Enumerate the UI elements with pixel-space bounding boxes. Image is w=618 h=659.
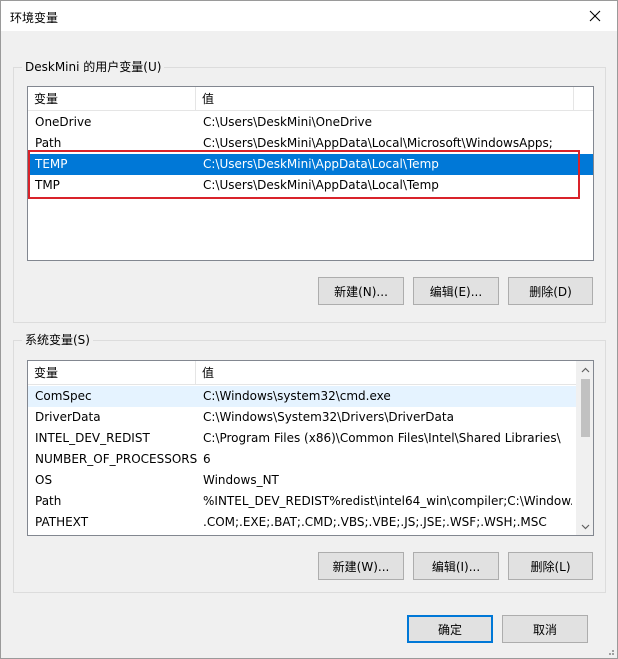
scroll-up-arrow[interactable] xyxy=(577,361,593,378)
user-vars-list[interactable]: 变量 值 OneDrive C:\Users\DeskMini\OneDrive P… xyxy=(27,86,594,261)
variable-value: %INTEL_DEV_REDIST%redist\intel64_win\com… xyxy=(203,494,572,508)
resize-grip-icon[interactable] xyxy=(605,646,615,656)
variable-value: C:\Users\DeskMini\AppData\Local\Temp xyxy=(203,178,439,192)
column-header-value[interactable]: 值 xyxy=(196,361,578,385)
variable-name: OneDrive xyxy=(35,115,92,129)
system-delete-button[interactable]: 删除(L) xyxy=(508,552,593,580)
chevron-up-icon xyxy=(581,367,590,372)
list-item[interactable]: DriverData C:\Windows\System32\Drivers\Dr… xyxy=(28,407,576,428)
list-item[interactable]: INTEL_DEV_REDIST C:\Program Files (x86)\C… xyxy=(28,428,576,449)
variable-name: NUMBER_OF_PROCESSORS xyxy=(35,452,197,466)
env-vars-dialog: 环境变量 DeskMini 的用户变量(U) 变量 值 OneDrive C:\U… xyxy=(0,0,618,659)
system-vars-list[interactable]: 变量 值 ComSpec C:\Windows\system32\cmd.exe D… xyxy=(27,360,594,536)
variable-name: Path xyxy=(35,136,62,150)
variable-value: C:\Users\DeskMini\AppData\Local\Microsof… xyxy=(203,136,553,150)
system-new-button[interactable]: 新建(W)... xyxy=(318,552,404,580)
system-vars-group-label: 系统变量(S) xyxy=(22,333,93,347)
variable-name: ComSpec xyxy=(35,389,92,403)
list-item[interactable]: PATHEXT .COM;.EXE;.BAT;.CMD;.VBS;.VBE;.JS… xyxy=(28,512,576,533)
variable-name: TEMP xyxy=(35,157,68,171)
variable-value: C:\Windows\system32\cmd.exe xyxy=(203,389,391,403)
ok-button[interactable]: 确定 xyxy=(407,615,493,643)
variable-name: TMP xyxy=(35,178,60,192)
close-button[interactable] xyxy=(573,1,617,31)
variable-name: PATHEXT xyxy=(35,515,89,529)
variable-name: DriverData xyxy=(35,410,101,424)
user-new-button[interactable]: 新建(N)... xyxy=(318,277,404,305)
list-item[interactable]: ComSpec C:\Windows\system32\cmd.exe xyxy=(28,386,576,407)
user-delete-button[interactable]: 删除(D) xyxy=(508,277,593,305)
column-header-value[interactable]: 值 xyxy=(196,87,574,111)
variable-name: INTEL_DEV_REDIST xyxy=(35,431,150,445)
variable-value: C:\Program Files (x86)\Common Files\Inte… xyxy=(203,431,561,445)
variable-name: Path xyxy=(35,494,62,508)
scroll-down-arrow[interactable] xyxy=(577,518,593,535)
system-vars-scrollbar[interactable] xyxy=(576,361,593,535)
column-header-variable[interactable]: 变量 xyxy=(28,361,196,385)
scroll-thumb[interactable] xyxy=(581,379,590,437)
variable-value: C:\Windows\System32\Drivers\DriverData xyxy=(203,410,454,424)
title-bar: 环境变量 xyxy=(1,1,617,31)
variable-value: .COM;.EXE;.BAT;.CMD;.VBS;.VBE;.JS;.JSE;.… xyxy=(203,515,547,529)
user-vars-group-label: DeskMini 的用户变量(U) xyxy=(22,60,165,74)
close-icon xyxy=(589,10,601,22)
window-title: 环境变量 xyxy=(10,11,59,25)
variable-value: C:\Users\DeskMini\AppData\Local\Temp xyxy=(203,157,439,171)
list-item[interactable]: OS Windows_NT xyxy=(28,470,576,491)
chevron-down-icon xyxy=(581,524,590,529)
list-item[interactable]: TEMP C:\Users\DeskMini\AppData\Local\Temp xyxy=(28,154,593,175)
system-edit-button[interactable]: 编辑(I)... xyxy=(413,552,499,580)
user-vars-list-header: 变量 值 xyxy=(28,87,593,111)
list-item[interactable]: OneDrive C:\Users\DeskMini\OneDrive xyxy=(28,112,593,133)
variable-value: 6 xyxy=(203,452,211,466)
list-item[interactable]: Path C:\Users\DeskMini\AppData\Local\Micr… xyxy=(28,133,593,154)
user-edit-button[interactable]: 编辑(E)... xyxy=(413,277,499,305)
variable-name: OS xyxy=(35,473,53,487)
system-vars-list-header: 变量 值 xyxy=(28,361,578,385)
list-item[interactable]: Path %INTEL_DEV_REDIST%redist\intel64_win… xyxy=(28,491,576,512)
column-header-variable[interactable]: 变量 xyxy=(28,87,196,111)
variable-value: Windows_NT xyxy=(203,473,279,487)
list-item[interactable]: TMP C:\Users\DeskMini\AppData\Local\Temp xyxy=(28,175,593,196)
list-item[interactable]: NUMBER_OF_PROCESSORS 6 xyxy=(28,449,576,470)
cancel-button[interactable]: 取消 xyxy=(502,615,588,643)
variable-value: C:\Users\DeskMini\OneDrive xyxy=(203,115,373,129)
